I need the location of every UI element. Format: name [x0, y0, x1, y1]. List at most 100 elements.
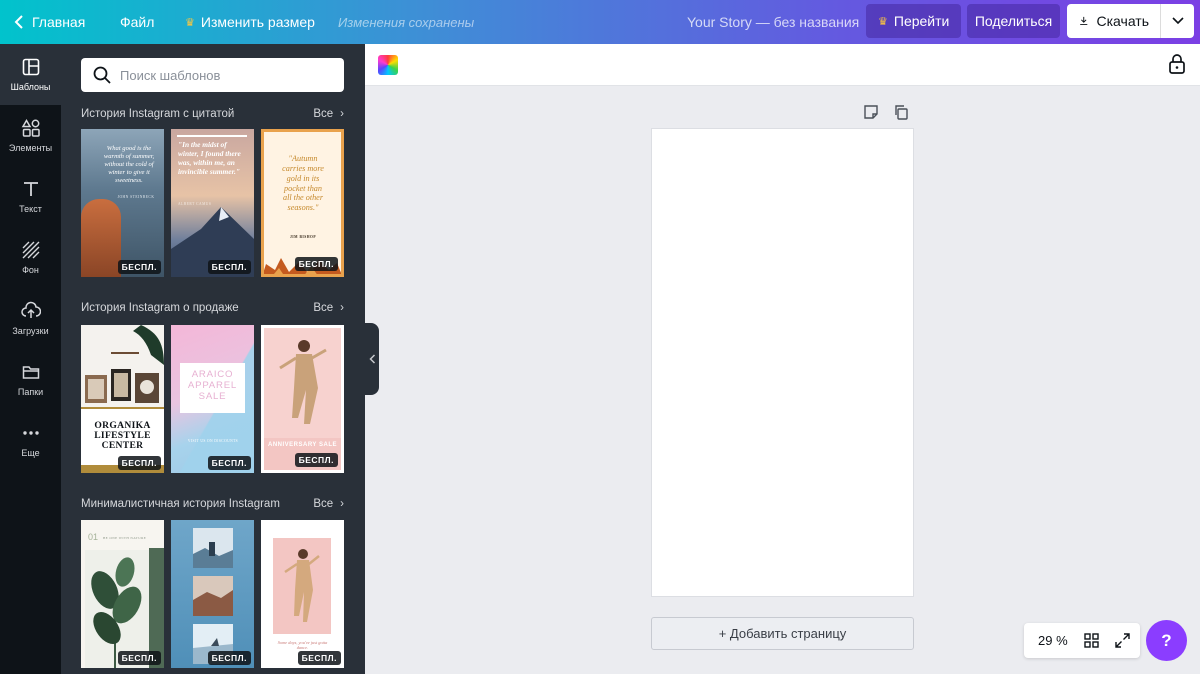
layout-icon — [22, 58, 39, 76]
search-input[interactable] — [120, 67, 320, 83]
rail-label: Загрузки — [12, 326, 49, 336]
free-badge: БЕСПЛ. — [297, 651, 341, 665]
rail-item-elements[interactable]: Элементы — [0, 105, 61, 166]
design-page[interactable] — [651, 128, 914, 597]
see-all-link[interactable]: Все › — [313, 108, 344, 120]
save-status: Изменения сохранены — [338, 14, 475, 30]
share-button[interactable]: Поделиться — [967, 4, 1060, 38]
see-all-link[interactable]: Все › — [313, 302, 344, 314]
section-header: Минималистичная история Instagram Все › — [81, 496, 344, 512]
upload-icon — [20, 301, 41, 318]
home-label: Главная — [32, 14, 86, 30]
rail-label: Фон — [22, 265, 39, 275]
quote-rule — [177, 135, 247, 137]
template-thumbnail[interactable]: 01 BE ONE WITH NATURE БЕСПЛ. — [81, 520, 164, 668]
sale-title: ANNIVERSARY SALE — [267, 442, 337, 448]
share-label: Поделиться — [974, 13, 1053, 29]
crown-icon: ♛ — [185, 16, 195, 29]
free-badge: БЕСПЛ. — [117, 651, 161, 665]
see-all-label: Все — [313, 108, 334, 120]
rail-item-templates[interactable]: Шаблоны — [0, 44, 61, 105]
quote-author: ALBERT CAMUS — [178, 202, 212, 206]
rail-item-folders[interactable]: Папки — [0, 349, 61, 410]
file-menu[interactable]: Файл — [120, 0, 154, 44]
color-picker-button[interactable] — [378, 55, 398, 75]
gold-rule — [81, 407, 164, 409]
rail-label: Текст — [19, 204, 42, 214]
download-options-button[interactable] — [1160, 4, 1194, 38]
chevron-right-icon: › — [340, 302, 344, 314]
template-thumbnail[interactable]: What good is the warmth of summer, witho… — [81, 129, 164, 277]
rail-label: Элементы — [8, 143, 53, 153]
download-label: Скачать — [1096, 13, 1150, 29]
goto-button[interactable]: ♛ Перейти — [866, 4, 961, 38]
minimal-quote: Some days, you've just gotta dance. — [277, 640, 328, 651]
rail-item-text[interactable]: Текст — [0, 166, 61, 227]
zoom-level[interactable]: 29 % — [1038, 633, 1068, 648]
resize-button[interactable]: ♛ Изменить размер — [185, 0, 315, 44]
editor-toolbar — [365, 44, 1200, 86]
section-header: История Instagram с цитатой Все › — [81, 106, 344, 122]
file-label: Файл — [120, 14, 155, 30]
home-button[interactable]: Главная — [14, 0, 85, 44]
resize-label: Изменить размер — [200, 14, 315, 30]
free-badge: БЕСПЛ. — [294, 453, 338, 467]
section-title: История Instagram с цитатой — [81, 108, 235, 120]
free-badge: БЕСПЛ. — [117, 260, 161, 274]
chevron-left-icon — [14, 15, 23, 29]
chevron-right-icon: › — [340, 108, 344, 120]
add-page-button[interactable]: + Добавить страницу — [651, 617, 914, 650]
travel-collage-image — [193, 528, 233, 664]
dancer-image — [264, 328, 341, 438]
template-thumbnail[interactable]: ANNIVERSARY SALE БЕСПЛ. — [261, 325, 344, 473]
section-title: Минималистичная история Instagram — [81, 498, 280, 510]
rail-label: Еще — [21, 448, 40, 458]
download-icon — [1080, 16, 1088, 26]
free-badge: БЕСПЛ. — [207, 651, 251, 665]
grid-view-icon[interactable] — [1083, 633, 1099, 648]
minimal-number: 01 — [87, 532, 98, 542]
duplicate-page-icon[interactable] — [893, 104, 909, 120]
zoom-controls: 29 % — [1024, 623, 1140, 658]
template-search[interactable] — [81, 58, 344, 92]
more-icon — [22, 431, 39, 435]
quote-text: What good is the warmth of summer, witho… — [103, 145, 155, 184]
rail-item-uploads[interactable]: Загрузки — [0, 288, 61, 349]
chevron-right-icon: › — [340, 498, 344, 510]
interior-photo — [81, 325, 164, 407]
note-icon[interactable] — [863, 104, 879, 120]
document-title[interactable]: Your Story — без названия — [687, 0, 859, 44]
fullscreen-icon[interactable] — [1114, 633, 1130, 648]
see-all-link[interactable]: Все › — [313, 498, 344, 510]
template-thumbnail[interactable]: БЕСПЛ. — [171, 520, 254, 668]
folder-icon — [22, 366, 39, 379]
goto-label: Перейти — [893, 13, 950, 29]
free-badge: БЕСПЛ. — [117, 456, 161, 470]
free-badge: БЕСПЛ. — [294, 257, 338, 271]
rail-label: Папки — [17, 387, 44, 397]
free-badge: БЕСПЛ. — [207, 456, 251, 470]
template-thumbnail[interactable]: "In the midst of winter, I found there w… — [171, 129, 254, 277]
help-button[interactable]: ? — [1146, 620, 1187, 661]
text-icon — [23, 182, 38, 196]
download-button[interactable]: Скачать — [1067, 4, 1161, 38]
collapse-panel-button[interactable] — [365, 323, 379, 395]
quote-author: JIM BISHOP — [289, 235, 317, 239]
shapes-icon — [21, 119, 40, 137]
lock-icon[interactable] — [1167, 53, 1187, 75]
minimal-subtitle: BE ONE WITH NATURE — [103, 536, 147, 540]
section-header: История Instagram о продаже Все › — [81, 300, 344, 316]
template-thumbnail[interactable]: Some days, you've just gotta dance. БЕСП… — [261, 520, 344, 668]
green-stripe — [149, 548, 164, 668]
rail-item-background[interactable]: Фон — [0, 227, 61, 288]
template-thumbnail[interactable]: ARAICO APPAREL SALE VISIT US ON DISCOUNT… — [171, 325, 254, 473]
free-badge: БЕСПЛ. — [207, 260, 251, 274]
rail-item-more[interactable]: Еще — [0, 410, 61, 471]
background-icon — [22, 241, 39, 259]
quote-text: "Autumn carries more gold in its pocket … — [282, 154, 324, 213]
dancer-image — [273, 538, 331, 634]
crown-icon: ♛ — [878, 15, 888, 28]
template-thumbnail[interactable]: "Autumn carries more gold in its pocket … — [261, 129, 344, 277]
template-thumbnail[interactable]: ORGANIKA LIFESTYLE CENTER БЕСПЛ. — [81, 325, 164, 473]
sale-title: ARAICO APPAREL SALE — [187, 369, 238, 403]
